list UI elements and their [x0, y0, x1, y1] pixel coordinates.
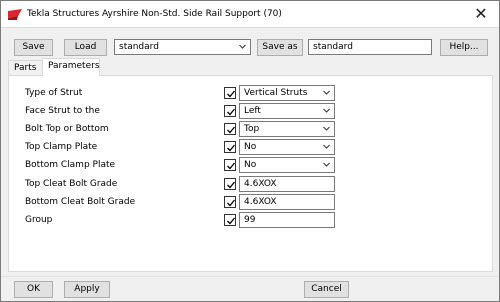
checkmark-icon — [227, 126, 236, 134]
type-of-strut-checkbox[interactable] — [224, 87, 236, 99]
type-of-strut-select[interactable]: Vertical Struts — [239, 85, 335, 101]
ok-button[interactable]: OK — [14, 281, 53, 298]
tekla-logo-icon — [8, 9, 22, 20]
group-input[interactable]: 99 — [239, 212, 335, 228]
face-strut-select[interactable]: Left — [239, 103, 335, 119]
cancel-button[interactable]: Cancel — [304, 281, 349, 298]
top-cleat-bolt-grade-checkbox[interactable] — [224, 178, 236, 190]
checkmark-icon — [227, 181, 236, 189]
bolt-top-bottom-value: Top — [244, 124, 260, 134]
top-clamp-plate-checkbox[interactable] — [224, 141, 236, 153]
checkmark-icon — [227, 108, 236, 116]
parameters-panel: Type of Strut Vertical Struts Face Strut… — [8, 75, 493, 272]
title-bar[interactable]: Tekla Structures Ayrshire Non-Std. Side … — [1, 1, 499, 28]
help-button[interactable]: Help... — [440, 39, 488, 56]
bolt-top-bottom-checkbox[interactable] — [224, 123, 236, 135]
face-strut-checkbox[interactable] — [224, 105, 236, 117]
group-checkbox[interactable] — [224, 214, 236, 226]
load-button[interactable]: Load — [64, 39, 107, 56]
save-as-value: standard — [313, 42, 353, 52]
window-title: Tekla Structures Ayrshire Non-Std. Side … — [27, 9, 282, 19]
footer-divider — [1, 276, 499, 277]
dialog-window: Tekla Structures Ayrshire Non-Std. Side … — [0, 0, 500, 302]
checkmark-icon — [227, 162, 236, 170]
chevron-down-icon — [323, 126, 330, 131]
bottom-cleat-bolt-grade-checkbox[interactable] — [224, 196, 236, 208]
face-strut-value: Left — [244, 106, 261, 116]
apply-button[interactable]: Apply — [64, 281, 110, 298]
top-clamp-plate-value: No — [244, 142, 257, 152]
checkmark-icon — [227, 144, 236, 152]
checkmark-icon — [227, 90, 236, 98]
bolt-top-bottom-label: Bolt Top or Bottom — [25, 124, 109, 134]
chevron-down-icon — [323, 144, 330, 149]
bottom-clamp-plate-checkbox[interactable] — [224, 159, 236, 171]
type-of-strut-value: Vertical Struts — [244, 88, 308, 98]
type-of-strut-label: Type of Strut — [25, 88, 83, 98]
checkmark-icon — [227, 217, 236, 225]
top-cleat-bolt-grade-label: Top Cleat Bolt Grade — [25, 179, 118, 189]
preset-select[interactable]: standard — [114, 39, 251, 55]
top-clamp-plate-label: Top Clamp Plate — [25, 142, 98, 152]
bottom-clamp-plate-value: No — [244, 160, 257, 170]
group-label: Group — [25, 215, 53, 225]
preset-value: standard — [119, 42, 159, 52]
save-as-button[interactable]: Save as — [257, 39, 303, 56]
chevron-down-icon — [323, 108, 330, 113]
tab-parameters[interactable]: Parameters — [42, 58, 100, 76]
bottom-cleat-bolt-grade-input[interactable]: 4.6XOX — [239, 194, 335, 210]
bottom-cleat-bolt-grade-value: 4.6XOX — [244, 197, 277, 207]
bolt-top-bottom-select[interactable]: Top — [239, 121, 335, 137]
group-value: 99 — [244, 215, 256, 225]
tab-parts[interactable]: Parts — [8, 60, 43, 75]
save-button[interactable]: Save — [14, 39, 53, 56]
face-strut-label: Face Strut to the — [25, 106, 100, 116]
chevron-down-icon — [239, 44, 246, 49]
bottom-clamp-plate-select[interactable]: No — [239, 157, 335, 173]
checkmark-icon — [227, 199, 236, 207]
top-clamp-plate-select[interactable]: No — [239, 139, 335, 155]
chevron-down-icon — [323, 90, 330, 95]
bottom-cleat-bolt-grade-label: Bottom Cleat Bolt Grade — [25, 197, 136, 207]
bottom-clamp-plate-label: Bottom Clamp Plate — [25, 160, 116, 170]
save-as-input[interactable]: standard — [308, 39, 432, 55]
close-icon[interactable]: ✕ — [471, 5, 491, 23]
chevron-down-icon — [323, 162, 330, 167]
top-cleat-bolt-grade-input[interactable]: 4.6XOX — [239, 176, 335, 192]
top-cleat-bolt-grade-value: 4.6XOX — [244, 179, 277, 189]
